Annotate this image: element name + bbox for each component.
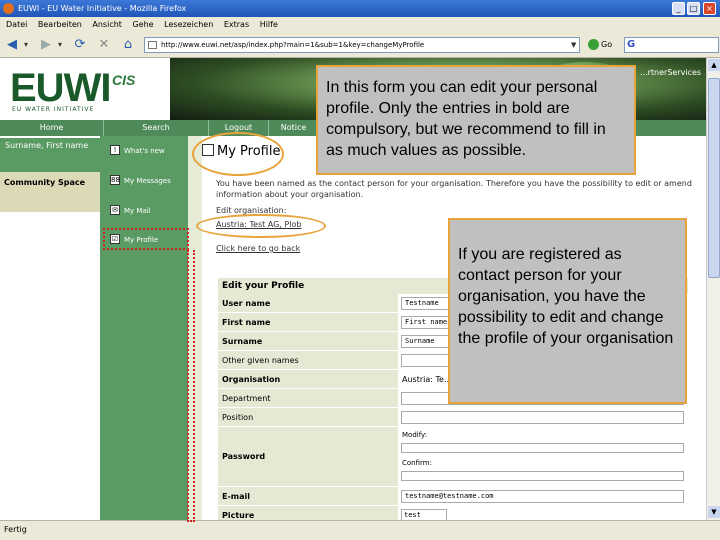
- organisation-value: Austria: Te...: [402, 375, 452, 384]
- address-url: http://www.euwi.net/asp/index.php?main=1…: [161, 41, 425, 49]
- vertical-scrollbar[interactable]: ▲ ▼: [706, 58, 720, 520]
- status-bar: Fertig: [0, 520, 720, 540]
- email-label: E-mail: [218, 487, 398, 505]
- forward-icon[interactable]: ▶: [38, 37, 54, 53]
- google-icon: G: [627, 39, 636, 50]
- menu-my-mail[interactable]: ✉ My Mail: [110, 204, 190, 222]
- highlight-dotted-menu: [103, 228, 189, 250]
- intro-text: You have been named as the contact perso…: [216, 179, 692, 199]
- menu-bookmarks[interactable]: Lesezeichen: [160, 17, 217, 32]
- menu-file[interactable]: Datei: [2, 17, 31, 32]
- page-icon: [148, 41, 157, 49]
- menu-help[interactable]: Hilfe: [256, 17, 282, 32]
- menu-tools[interactable]: Extras: [220, 17, 253, 32]
- password-label: Password: [218, 427, 398, 486]
- window-title: EUWI - EU Water Initiative - Mozilla Fir…: [18, 4, 187, 13]
- maximize-button[interactable]: □: [687, 2, 700, 15]
- password-confirm-label: Confirm:: [402, 459, 432, 467]
- email-field[interactable]: testname@testname.com: [401, 490, 684, 503]
- highlight-oval-org: [196, 214, 326, 238]
- menu-my-mail-label: My Mail: [124, 207, 151, 215]
- form-row-position: Position: [218, 408, 688, 427]
- form-row-password: Password Modify: Confirm:: [218, 427, 688, 487]
- password-modify-field[interactable]: [401, 443, 684, 453]
- menu-whats-new-label: What's new: [124, 147, 165, 155]
- personal-menu: ! What's new 88 My Messages ✉ My Mail ☑ …: [100, 136, 188, 520]
- callout-organisation-info: If you are registered as contact person …: [448, 218, 687, 404]
- nav-search[interactable]: Search: [104, 120, 209, 136]
- menu-edit[interactable]: Bearbeiten: [34, 17, 86, 32]
- user-name: Surname, First name: [0, 138, 100, 172]
- password-confirm-field[interactable]: [401, 471, 684, 481]
- partner-services-link[interactable]: ...rtnerServices: [640, 68, 701, 77]
- back-dropdown-icon[interactable]: ▾: [22, 37, 30, 53]
- firefox-icon: [3, 3, 14, 14]
- minimize-button[interactable]: _: [672, 2, 685, 15]
- menu-my-messages[interactable]: 88 My Messages: [110, 174, 190, 192]
- callout-profile-info: In this form you can edit your personal …: [316, 65, 636, 175]
- address-bar[interactable]: http://www.euwi.net/asp/index.php?main=1…: [144, 37, 580, 53]
- search-box[interactable]: G: [624, 37, 719, 53]
- scroll-up-icon[interactable]: ▲: [708, 59, 720, 71]
- nav-notice[interactable]: Notice: [269, 120, 319, 136]
- highlight-oval-title: [192, 132, 284, 176]
- menu-my-messages-label: My Messages: [124, 177, 171, 185]
- organisation-label: Organisation: [218, 370, 398, 388]
- reload-icon[interactable]: ⟳: [72, 37, 88, 53]
- department-label: Department: [218, 389, 398, 407]
- scroll-down-icon[interactable]: ▼: [708, 506, 720, 518]
- form-row-partial: Picture test: [218, 506, 688, 520]
- logo-cis: CIS: [112, 72, 136, 88]
- password-modify-label: Modify:: [402, 431, 428, 439]
- nav-home[interactable]: Home: [0, 120, 104, 136]
- logo-subtitle: EU WATER INITIATIVE: [12, 106, 95, 113]
- menu-whats-new[interactable]: ! What's new: [110, 144, 190, 162]
- navigation-toolbar: ◀ ▾ ▶ ▾ ⟳ ✕ ⌂ http://www.euwi.net/asp/in…: [0, 32, 720, 58]
- home-icon[interactable]: ⌂: [120, 37, 136, 53]
- window-title-bar: EUWI - EU Water Initiative - Mozilla Fir…: [0, 0, 720, 17]
- scroll-thumb[interactable]: [708, 78, 720, 278]
- mail-icon: ✉: [110, 205, 120, 215]
- highlight-dotted-column: [187, 250, 195, 522]
- go-button[interactable]: Go: [588, 37, 612, 53]
- address-dropdown-icon[interactable]: ▼: [571, 38, 579, 52]
- go-label: Go: [601, 40, 613, 49]
- euwi-logo[interactable]: EUWI: [10, 66, 111, 111]
- messages-icon: 88: [110, 175, 120, 185]
- menu-bar: Datei Bearbeiten Ansicht Gehe Lesezeiche…: [0, 17, 720, 32]
- form-row-email: E-mail testname@testname.com: [218, 487, 688, 506]
- firstname-label: First name: [218, 313, 398, 331]
- menu-view[interactable]: Ansicht: [88, 17, 126, 32]
- stop-icon[interactable]: ✕: [96, 37, 112, 53]
- other-names-label: Other given names: [218, 351, 398, 369]
- back-icon[interactable]: ◀: [4, 37, 20, 53]
- position-field[interactable]: [401, 411, 684, 424]
- forward-dropdown-icon[interactable]: ▾: [56, 37, 64, 53]
- partial-row-label: Picture: [218, 506, 398, 520]
- close-button[interactable]: ×: [703, 2, 716, 15]
- menu-go[interactable]: Gehe: [128, 17, 157, 32]
- go-icon: [588, 39, 599, 50]
- position-label: Position: [218, 408, 398, 426]
- back-link[interactable]: Click here to go back: [216, 244, 300, 253]
- surname-label: Surname: [218, 332, 398, 350]
- status-text: Fertig: [4, 525, 27, 534]
- left-sidebar: Surname, First name Community Space: [0, 136, 100, 520]
- whats-new-icon: !: [110, 145, 120, 155]
- community-space-link[interactable]: Community Space: [0, 172, 100, 212]
- partial-row-field[interactable]: test: [401, 509, 447, 520]
- username-label: User name: [218, 294, 398, 312]
